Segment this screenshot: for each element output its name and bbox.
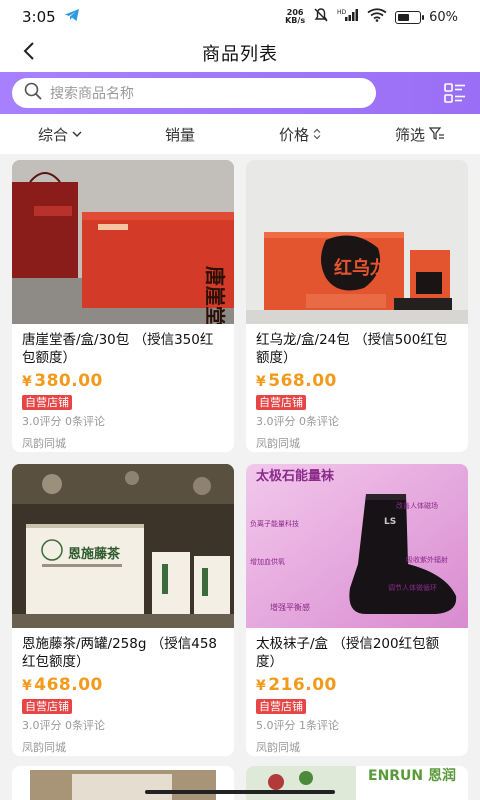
product-image-text: 太极石能量袜 bbox=[255, 468, 335, 484]
network-speed: 206 KB/s bbox=[285, 8, 306, 25]
chevron-left-icon bbox=[23, 42, 34, 60]
svg-text:改善人体磁场: 改善人体磁场 bbox=[396, 501, 438, 510]
product-image-text: ENRUN 恩润 bbox=[368, 767, 456, 784]
sort-tab-sales[interactable]: 销量 bbox=[120, 124, 240, 145]
wifi-icon bbox=[367, 8, 387, 26]
product-grid: 唐崖堂香 唐崖堂香/盒/30包 （授信350红包额度） ¥380.00 自营店铺… bbox=[12, 160, 468, 756]
product-image-text: 恩施藤茶 bbox=[68, 546, 121, 562]
signal-icon: HD bbox=[337, 8, 359, 26]
product-price: ¥568.00 bbox=[256, 371, 337, 391]
product-name: 唐崖堂香/盒/30包 （授信350红包额度） bbox=[22, 332, 214, 366]
sort-tab-price[interactable]: 价格 bbox=[240, 124, 360, 145]
nav-bar: 商品列表 bbox=[0, 34, 480, 72]
product-image: 恩施藤茶 bbox=[12, 464, 234, 628]
back-button[interactable] bbox=[14, 36, 44, 66]
shop-name: 凤韵同城 bbox=[256, 437, 300, 450]
shop-name: 凤韵同城 bbox=[256, 741, 300, 754]
chevron-down-icon bbox=[72, 131, 82, 137]
product-image-text: 唐崖堂香 bbox=[203, 266, 227, 324]
product-card[interactable]: 唐崖堂香 唐崖堂香/盒/30包 （授信350红包额度） ¥380.00 自营店铺… bbox=[12, 160, 234, 452]
product-name: 恩施藤茶/两罐/258g （授信458红包额度） bbox=[22, 636, 217, 670]
svg-text:HD: HD bbox=[337, 9, 347, 16]
list-view-icon bbox=[444, 83, 465, 103]
layout-toggle-button[interactable] bbox=[442, 80, 468, 106]
shop-name: 凤韵同城 bbox=[22, 741, 66, 754]
self-operated-badge: 自营店铺 bbox=[22, 699, 72, 714]
product-card[interactable]: 恩施藤茶 恩施藤茶/两罐/258g （授信458红包额度） ¥468.00 自营… bbox=[12, 464, 234, 756]
next-row-partial: ENRUN 恩润 bbox=[12, 766, 468, 800]
product-image-text: 红乌龙 bbox=[334, 257, 388, 279]
search-input[interactable]: 搜索商品名称 bbox=[12, 78, 376, 108]
product-rating: 3.0评分 0条评论 bbox=[256, 415, 339, 428]
self-operated-badge: 自营店铺 bbox=[22, 395, 72, 410]
self-operated-badge: 自营店铺 bbox=[256, 395, 306, 410]
product-price: ¥380.00 bbox=[22, 371, 103, 391]
svg-text:调节人体微循环: 调节人体微循环 bbox=[388, 583, 437, 592]
svg-text:增强平衡感: 增强平衡感 bbox=[270, 602, 310, 612]
product-name: 太极袜子/盒 （授信200红包额度） bbox=[256, 636, 440, 670]
product-card-partial[interactable]: ENRUN 恩润 bbox=[246, 766, 468, 800]
product-price: ¥468.00 bbox=[22, 675, 103, 695]
page-title: 商品列表 bbox=[202, 44, 278, 65]
search-placeholder: 搜索商品名称 bbox=[50, 86, 134, 102]
product-image: 太极石能量袜 LS 改善人体磁场 负离子能量科技 吸收紫外辐射 增加血供氧 调节… bbox=[246, 464, 468, 628]
product-card-partial[interactable] bbox=[12, 766, 234, 800]
product-card[interactable]: 太极石能量袜 LS 改善人体磁场 负离子能量科技 吸收紫外辐射 增加血供氧 调节… bbox=[246, 464, 468, 756]
svg-text:增加血供氧: 增加血供氧 bbox=[250, 557, 285, 566]
sort-updown-icon bbox=[313, 128, 321, 140]
telegram-icon bbox=[64, 8, 80, 26]
filter-icon bbox=[429, 127, 444, 140]
search-icon bbox=[24, 82, 42, 104]
product-image: 唐崖堂香 bbox=[12, 160, 234, 324]
product-name: 红乌龙/盒/24包 （授信500红包额度） bbox=[256, 332, 448, 366]
mute-icon bbox=[313, 7, 329, 27]
product-image: 红乌龙 bbox=[246, 160, 468, 324]
product-rating: 5.0评分 1条评论 bbox=[256, 719, 339, 732]
shop-name: 凤韵同城 bbox=[22, 437, 66, 450]
home-indicator[interactable] bbox=[145, 790, 335, 794]
product-image: ENRUN 恩润 bbox=[246, 766, 468, 800]
product-image bbox=[12, 766, 234, 800]
product-rating: 3.0评分 0条评论 bbox=[22, 719, 105, 732]
product-card[interactable]: 红乌龙 红乌龙/盒/24包 （授信500红包额度） ¥568.00 自营店铺 3… bbox=[246, 160, 468, 452]
svg-text:吸收紫外辐射: 吸收紫外辐射 bbox=[406, 555, 448, 564]
battery-icon bbox=[395, 10, 425, 24]
sort-tab-filter[interactable]: 筛选 bbox=[360, 124, 480, 145]
status-time: 3:05 bbox=[22, 8, 56, 26]
sock-logo-text: LS bbox=[384, 517, 396, 527]
self-operated-badge: 自营店铺 bbox=[256, 699, 306, 714]
status-bar: 3:05 206 KB/s HD 60% bbox=[0, 0, 480, 34]
product-price: ¥216.00 bbox=[256, 675, 337, 695]
svg-text:负离子能量科技: 负离子能量科技 bbox=[250, 519, 299, 528]
sort-bar: 综合 销量 价格 筛选 bbox=[0, 114, 480, 154]
search-bar: 搜索商品名称 bbox=[0, 72, 480, 114]
sort-tab-default[interactable]: 综合 bbox=[0, 124, 120, 145]
battery-percent: 60% bbox=[429, 9, 458, 25]
product-rating: 3.0评分 0条评论 bbox=[22, 415, 105, 428]
